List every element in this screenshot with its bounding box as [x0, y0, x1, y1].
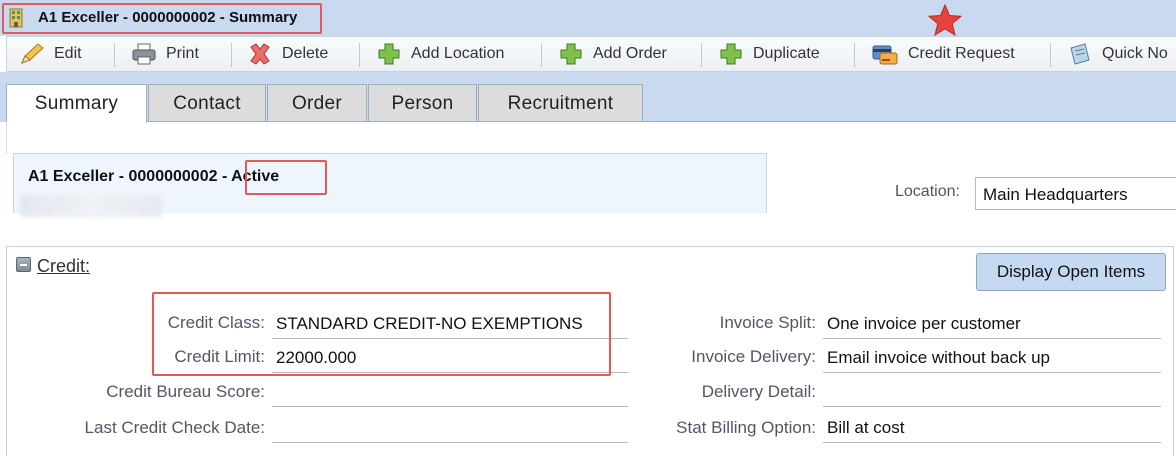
delivery-detail-value: [823, 377, 1161, 407]
tab-order[interactable]: Order: [267, 84, 367, 122]
notepad-icon: [1070, 43, 1090, 65]
redacted-text: [20, 195, 162, 217]
toolbar-divider: [359, 43, 360, 67]
stat-billing-option-value: Bill at cost: [823, 413, 1161, 443]
credit-request-button[interactable]: Credit Request: [871, 37, 1015, 71]
stat-billing-option-label: Stat Billing Option:: [676, 418, 816, 437]
invoice-delivery-value: Email invoice without back up: [823, 343, 1161, 373]
delete-button[interactable]: Delete: [247, 37, 328, 71]
building-icon: [9, 8, 23, 28]
pencil-icon: [21, 43, 44, 64]
credit-request-label: Credit Request: [908, 45, 1015, 62]
star-icon[interactable]: [927, 3, 963, 37]
invoice-split-value: One invoice per customer: [823, 309, 1161, 339]
invoice-split-label: Invoice Split:: [719, 313, 816, 332]
toolbar-divider: [114, 43, 115, 67]
duplicate-button[interactable]: Duplicate: [718, 37, 820, 71]
plus-icon: [720, 43, 742, 65]
add-order-label: Add Order: [593, 45, 667, 62]
toolbar: Edit Print Delete Add Location Add Order…: [6, 36, 1176, 72]
credit-card-icon: [872, 45, 898, 65]
plus-icon: [378, 43, 400, 65]
toolbar-divider: [701, 43, 702, 67]
toolbar-divider: [1050, 43, 1051, 67]
credit-class-label: Credit Class:: [167, 313, 265, 332]
last-credit-check-date-value: [272, 413, 628, 443]
delete-label: Delete: [282, 45, 329, 62]
credit-class-value: STANDARD CREDIT-NO EXEMPTIONS: [272, 309, 628, 339]
collapse-icon[interactable]: [16, 257, 31, 272]
account-status: - Active: [221, 168, 280, 185]
last-credit-check-date-label: Last Credit Check Date:: [84, 418, 265, 437]
printer-icon: [132, 43, 156, 65]
credit-bureau-score-value: [272, 377, 628, 407]
window-title: A1 Exceller - 0000000002 - Summary: [38, 9, 298, 26]
tab-recruitment[interactable]: Recruitment: [478, 84, 643, 122]
location-field[interactable]: Main Headquarters: [975, 177, 1176, 210]
duplicate-label: Duplicate: [753, 45, 820, 62]
edit-button[interactable]: Edit: [19, 37, 82, 71]
location-label: Location:: [895, 183, 960, 200]
toolbar-divider: [541, 43, 542, 67]
tab-person[interactable]: Person: [368, 84, 477, 122]
account-title: A1 Exceller - 0000000002 - Active: [28, 168, 279, 186]
toolbar-divider: [231, 43, 232, 67]
credit-section-header[interactable]: Credit:: [37, 256, 90, 277]
edit-label: Edit: [54, 45, 82, 62]
quick-note-button[interactable]: Quick No: [1067, 37, 1168, 71]
add-order-button[interactable]: Add Order: [558, 37, 667, 71]
content-border: [6, 122, 7, 154]
delete-x-icon: [250, 43, 270, 65]
tab-contact[interactable]: Contact: [148, 84, 266, 122]
quick-note-label: Quick No: [1102, 45, 1168, 62]
account-name: A1 Exceller - 0000000002: [28, 168, 222, 185]
tab-underline: [148, 121, 1176, 122]
toolbar-divider: [854, 43, 855, 67]
invoice-delivery-label: Invoice Delivery:: [691, 347, 816, 366]
add-location-label: Add Location: [411, 45, 505, 62]
credit-limit-value: 22000.000: [272, 343, 628, 373]
delivery-detail-label: Delivery Detail:: [701, 382, 816, 401]
tab-summary[interactable]: Summary: [6, 84, 147, 123]
display-open-items-button[interactable]: Display Open Items: [976, 253, 1166, 291]
credit-bureau-score-label: Credit Bureau Score:: [106, 382, 265, 401]
print-label: Print: [166, 45, 199, 62]
credit-limit-label: Credit Limit:: [174, 347, 265, 366]
plus-icon: [560, 43, 582, 65]
print-button[interactable]: Print: [131, 37, 199, 71]
add-location-button[interactable]: Add Location: [376, 37, 504, 71]
